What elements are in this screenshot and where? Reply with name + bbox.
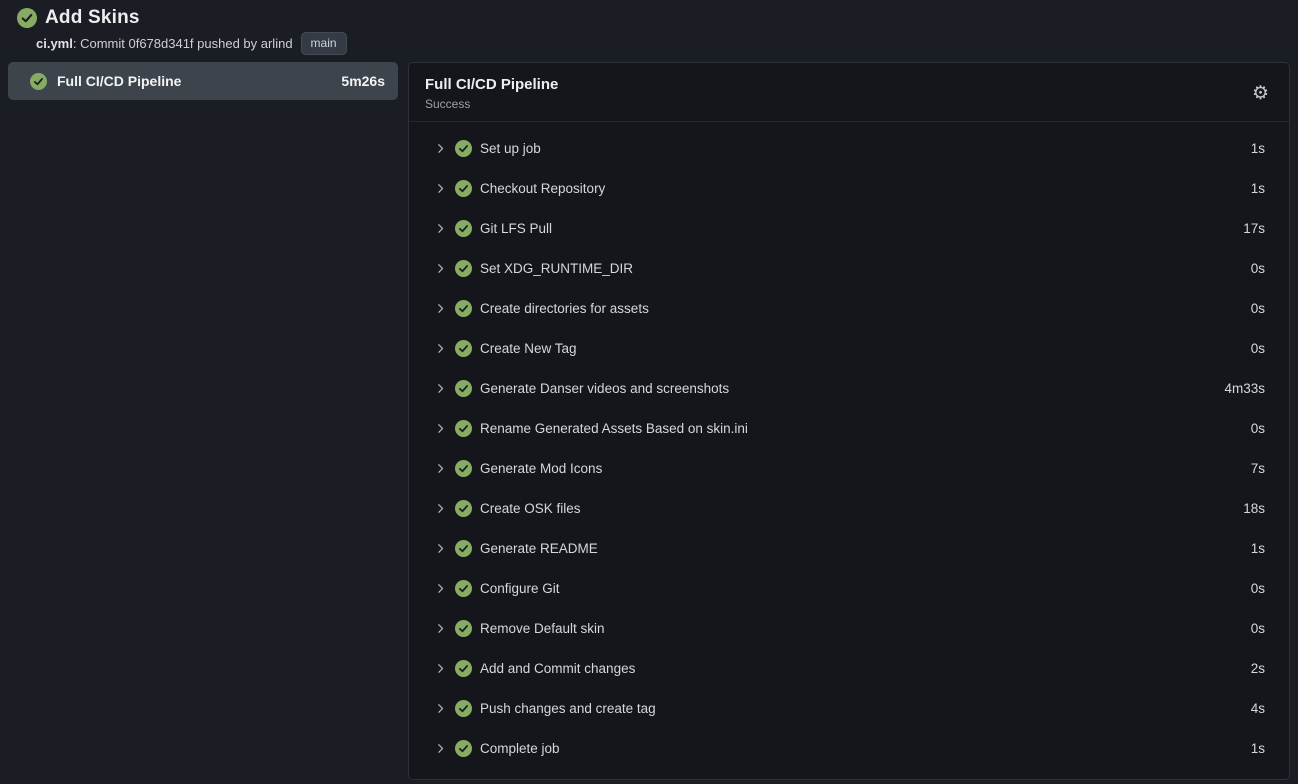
step-duration: 0s bbox=[1251, 421, 1265, 436]
step-name: Checkout Repository bbox=[480, 181, 605, 196]
success-check-icon bbox=[455, 140, 472, 157]
step-row[interactable]: Generate Mod Icons 7s bbox=[409, 449, 1289, 489]
step-row[interactable]: Create OSK files 18s bbox=[409, 489, 1289, 529]
step-name: Complete job bbox=[480, 741, 560, 756]
step-name: Rename Generated Assets Based on skin.in… bbox=[480, 421, 748, 436]
step-row[interactable]: Rename Generated Assets Based on skin.in… bbox=[409, 409, 1289, 449]
chevron-right-icon[interactable] bbox=[435, 583, 446, 594]
step-name: Create directories for assets bbox=[480, 301, 649, 316]
commit-info: ci.yml: Commit 0f678d341f pushed by arli… bbox=[36, 36, 293, 51]
step-duration: 1s bbox=[1251, 541, 1265, 556]
step-duration: 4s bbox=[1251, 701, 1265, 716]
chevron-right-icon[interactable] bbox=[435, 383, 446, 394]
chevron-right-icon[interactable] bbox=[435, 303, 446, 314]
step-row[interactable]: Configure Git 0s bbox=[409, 569, 1289, 609]
step-row[interactable]: Generate Danser videos and screenshots 4… bbox=[409, 369, 1289, 409]
success-check-icon bbox=[455, 300, 472, 317]
workflow-file-name: ci.yml bbox=[36, 36, 73, 51]
gear-icon[interactable]: ⚙ bbox=[1250, 82, 1271, 105]
step-name: Configure Git bbox=[480, 581, 560, 596]
step-row[interactable]: Create New Tag 0s bbox=[409, 329, 1289, 369]
steps-list: Set up job 1s Checkout Repository 1s Git… bbox=[409, 122, 1289, 779]
step-name: Set up job bbox=[480, 141, 541, 156]
panel-job-status: Success bbox=[425, 97, 558, 111]
step-name: Generate README bbox=[480, 541, 598, 556]
step-row[interactable]: Git LFS Pull 17s bbox=[409, 209, 1289, 249]
commit-message: : Commit 0f678d341f pushed by arlind bbox=[73, 36, 293, 51]
step-row[interactable]: Checkout Repository 1s bbox=[409, 169, 1289, 209]
step-row[interactable]: Set up job 1s bbox=[409, 129, 1289, 169]
chevron-right-icon[interactable] bbox=[435, 463, 446, 474]
success-check-icon bbox=[455, 460, 472, 477]
step-duration: 1s bbox=[1251, 141, 1265, 156]
success-check-icon bbox=[455, 700, 472, 717]
chevron-right-icon[interactable] bbox=[435, 743, 446, 754]
chevron-right-icon[interactable] bbox=[435, 703, 446, 714]
step-duration: 2s bbox=[1251, 661, 1265, 676]
step-row[interactable]: Push changes and create tag 4s bbox=[409, 689, 1289, 729]
chevron-right-icon[interactable] bbox=[435, 623, 446, 634]
step-duration: 0s bbox=[1251, 261, 1265, 276]
job-detail-panel: Full CI/CD Pipeline Success ⚙ Set up job… bbox=[408, 62, 1290, 780]
step-name: Git LFS Pull bbox=[480, 221, 552, 236]
chevron-right-icon[interactable] bbox=[435, 423, 446, 434]
success-check-icon bbox=[455, 620, 472, 637]
step-duration: 7s bbox=[1251, 461, 1265, 476]
step-name: Generate Mod Icons bbox=[480, 461, 602, 476]
step-name: Create OSK files bbox=[480, 501, 581, 516]
jobs-sidebar: Full CI/CD Pipeline 5m26s bbox=[8, 62, 398, 100]
step-row[interactable]: Complete job 1s bbox=[409, 729, 1289, 769]
sidebar-job-full-ci-cd-pipeline[interactable]: Full CI/CD Pipeline 5m26s bbox=[8, 62, 398, 100]
chevron-right-icon[interactable] bbox=[435, 343, 446, 354]
step-name: Push changes and create tag bbox=[480, 701, 656, 716]
step-name: Create New Tag bbox=[480, 341, 577, 356]
step-duration: 4m33s bbox=[1224, 381, 1265, 396]
panel-header: Full CI/CD Pipeline Success ⚙ bbox=[409, 63, 1289, 122]
chevron-right-icon[interactable] bbox=[435, 223, 446, 234]
success-check-icon bbox=[455, 380, 472, 397]
step-name: Generate Danser videos and screenshots bbox=[480, 381, 729, 396]
run-header: Add Skins ci.yml: Commit 0f678d341f push… bbox=[0, 0, 1298, 55]
run-success-check-icon bbox=[17, 8, 37, 28]
step-name: Add and Commit changes bbox=[480, 661, 635, 676]
step-duration: 18s bbox=[1243, 501, 1265, 516]
step-duration: 0s bbox=[1251, 301, 1265, 316]
step-row[interactable]: Create directories for assets 0s bbox=[409, 289, 1289, 329]
step-name: Remove Default skin bbox=[480, 621, 605, 636]
step-duration: 0s bbox=[1251, 621, 1265, 636]
chevron-right-icon[interactable] bbox=[435, 503, 446, 514]
success-check-icon bbox=[455, 580, 472, 597]
chevron-right-icon[interactable] bbox=[435, 543, 446, 554]
success-check-icon bbox=[455, 180, 472, 197]
panel-job-title: Full CI/CD Pipeline bbox=[425, 76, 558, 95]
success-check-icon bbox=[455, 260, 472, 277]
success-check-icon bbox=[455, 420, 472, 437]
chevron-right-icon[interactable] bbox=[435, 663, 446, 674]
chevron-right-icon[interactable] bbox=[435, 183, 446, 194]
step-duration: 0s bbox=[1251, 581, 1265, 596]
chevron-right-icon[interactable] bbox=[435, 143, 446, 154]
branch-badge[interactable]: main bbox=[301, 32, 347, 55]
success-check-icon bbox=[455, 220, 472, 237]
success-check-icon bbox=[455, 660, 472, 677]
step-duration: 1s bbox=[1251, 741, 1265, 756]
step-row[interactable]: Generate README 1s bbox=[409, 529, 1289, 569]
job-success-check-icon bbox=[30, 73, 47, 90]
job-name: Full CI/CD Pipeline bbox=[57, 73, 181, 89]
success-check-icon bbox=[455, 340, 472, 357]
run-title: Add Skins bbox=[45, 7, 140, 29]
step-row[interactable]: Add and Commit changes 2s bbox=[409, 649, 1289, 689]
step-name: Set XDG_RUNTIME_DIR bbox=[480, 261, 633, 276]
success-check-icon bbox=[455, 500, 472, 517]
step-row[interactable]: Remove Default skin 0s bbox=[409, 609, 1289, 649]
success-check-icon bbox=[455, 540, 472, 557]
step-row[interactable]: Set XDG_RUNTIME_DIR 0s bbox=[409, 249, 1289, 289]
step-duration: 17s bbox=[1243, 221, 1265, 236]
step-duration: 1s bbox=[1251, 181, 1265, 196]
job-duration: 5m26s bbox=[341, 73, 385, 89]
chevron-right-icon[interactable] bbox=[435, 263, 446, 274]
success-check-icon bbox=[455, 740, 472, 757]
step-duration: 0s bbox=[1251, 341, 1265, 356]
